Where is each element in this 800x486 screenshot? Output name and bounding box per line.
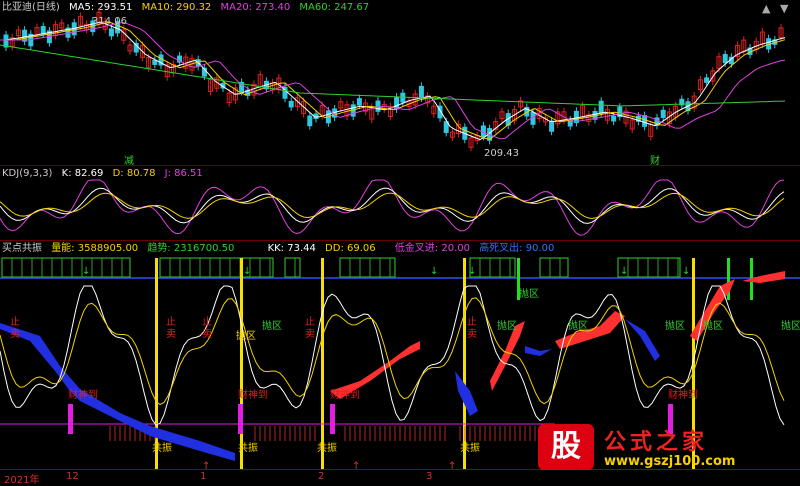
resonance-label: 共振 [238,443,258,454]
logo-url: www.gszj100.com [604,454,736,469]
kdj-panel[interactable]: KDJ(9,3,3) K: 82.69 D: 80.78 J: 86.51 [0,165,800,241]
axis-label: 1 [200,471,207,482]
axis-label: 2 [318,471,325,482]
wealth-bar [330,404,335,434]
sell-zone-label: 抛区 [568,321,588,332]
candle-body [3,34,9,48]
candle-body [598,100,604,114]
down-arrow-icon: ↓ [468,266,476,277]
sell-zone-label: 抛区 [665,321,685,332]
trend-box [469,257,516,278]
resonance-label: 共振 [460,443,480,454]
down-arrow-icon: ↓ [682,266,690,277]
ribbon [625,319,660,361]
candle-body [722,54,728,64]
candle-body [394,96,400,110]
kk-line [0,285,785,426]
candle-body [108,28,114,37]
ribbon [525,346,552,356]
down-arrow-icon: ↓ [620,266,628,277]
candle-body [307,115,313,127]
site-logo: 股 公式之家 www.gszj100.com [538,424,778,474]
trend-box [539,257,569,278]
candle-body [356,98,362,106]
resonance-label: 共振 [317,443,337,454]
candle-body [660,109,666,118]
ribbon [455,371,478,416]
sell-zone-label: 抛区 [497,321,517,332]
low-price-label: 209.43 [484,148,519,159]
kdj-j-line [0,179,785,236]
high-price-label: 314.06 [92,16,127,27]
trend-box [339,257,396,278]
stop-sell-label: 卖 [467,329,477,340]
wealth-label: 财神到 [330,390,360,401]
wealth-bar [68,404,73,434]
candle-body [549,120,555,132]
axis-label: 3 [426,471,433,482]
logo-title: 公式之家 [604,429,709,455]
ribbon [555,311,625,349]
resonance-label: 共振 [152,443,172,454]
ma60-line [0,44,786,107]
axis-label: 2021年 [4,475,40,486]
axis-label: 12 [66,471,79,482]
wealth-label: 财神到 [668,390,698,401]
stop-sell-label: 卖 [202,329,212,340]
kdj-d-line [0,192,785,220]
down-arrow-icon: ↓ [243,266,251,277]
trend-box [1,257,131,278]
logo-mark: 股 [538,424,594,470]
sell-zone-label: 抛区 [519,289,539,300]
trend-box [159,257,274,278]
sell-zone-label: 抛区 [781,321,800,332]
down-arrow-icon: ↓ [82,266,90,277]
stop-sell-label: 卖 [166,329,176,340]
price-panel[interactable]: 比亚迪(日线) MA5: 293.51 MA10: 290.32 MA20: 2… [0,0,800,167]
candle-body [642,115,648,127]
candle-body [704,77,710,83]
candle-body [418,85,424,99]
candle-body [152,59,158,65]
wealth-label: 财神到 [238,390,268,401]
candle-body [375,100,381,112]
sell-zone-label: 抛区 [262,321,282,332]
candle-body [288,100,294,108]
trend-box [284,257,301,278]
sell-zone-label: 抛区 [236,331,256,342]
kdj-chart [0,179,785,236]
wealth-bar [238,404,243,434]
dd-line [0,297,785,406]
stop-sell-label: 卖 [305,329,315,340]
candle-body [611,115,617,122]
wealth-label: 财神到 [68,390,98,401]
ribbon [0,323,235,461]
down-arrow-icon: ↓ [430,266,438,277]
sell-zone-label: 抛区 [703,321,723,332]
ribbon [742,271,785,283]
stop-sell-label: 卖 [10,329,20,340]
